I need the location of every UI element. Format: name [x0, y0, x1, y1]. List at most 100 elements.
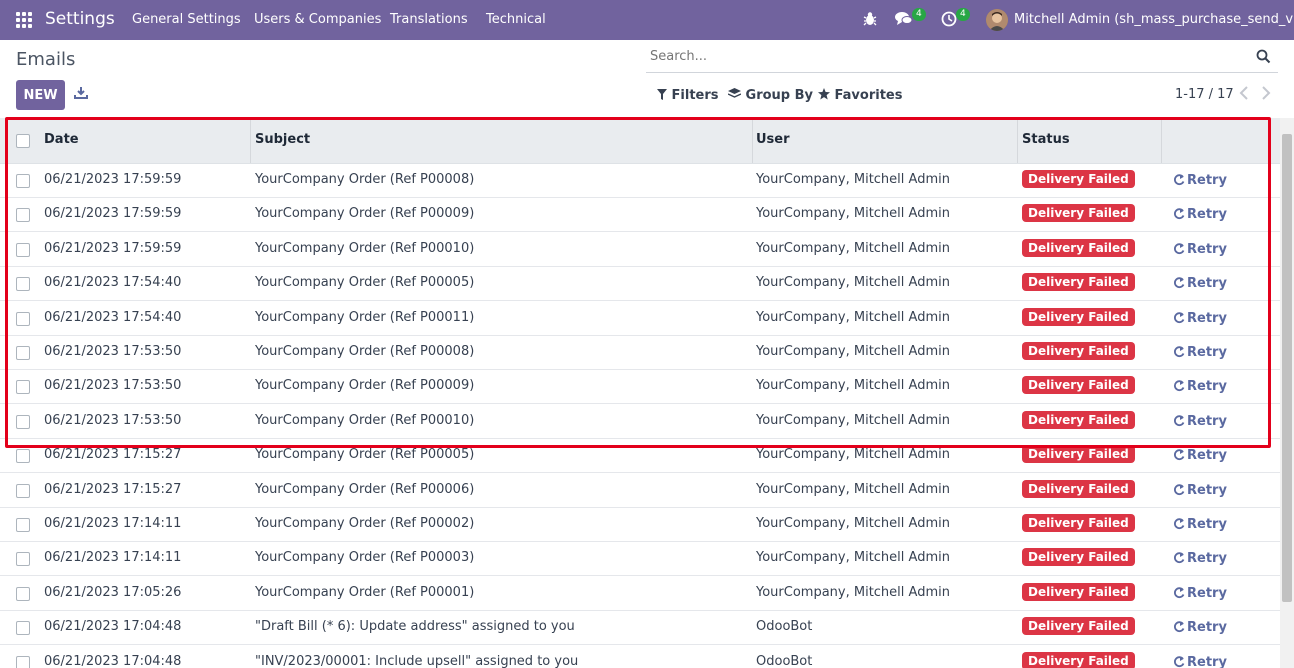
user-menu[interactable]: Mitchell Admin (sh_mass_purchase_send_v1…: [1014, 12, 1294, 27]
cell-date: 06/21/2023 17:04:48: [44, 619, 182, 635]
table-row[interactable]: 06/21/2023 17:53:50 YourCompany Order (Re…: [0, 404, 1280, 439]
column-header-user[interactable]: User: [756, 132, 790, 147]
group-by-button[interactable]: Group By: [727, 88, 813, 103]
table-row[interactable]: 06/21/2023 17:53:50 YourCompany Order (Re…: [0, 335, 1280, 370]
table-row[interactable]: 06/21/2023 17:15:27 YourCompany Order (Re…: [0, 438, 1280, 474]
download-icon[interactable]: [74, 86, 90, 102]
refresh-icon: [1174, 415, 1185, 426]
table-row[interactable]: 06/21/2023 17:59:59 YourCompany Order (Re…: [0, 232, 1280, 267]
row-checkbox[interactable]: [16, 414, 30, 429]
select-all-checkbox[interactable]: [16, 134, 30, 148]
pager-previous-icon[interactable]: [1239, 86, 1253, 102]
table-row[interactable]: 06/21/2023 17:53:50 YourCompany Order (Re…: [0, 369, 1280, 405]
app-grid-icon[interactable]: [16, 12, 32, 28]
cell-date: 06/21/2023 17:14:11: [44, 516, 182, 531]
new-button[interactable]: NEW: [16, 80, 65, 110]
status-badge: Delivery Failed: [1022, 307, 1135, 326]
retry-button[interactable]: Retry: [1173, 242, 1227, 257]
bug-icon[interactable]: [863, 11, 881, 29]
cell-date: 06/21/2023 17:05:26: [44, 584, 182, 600]
retry-button[interactable]: Retry: [1173, 173, 1227, 188]
table-row[interactable]: 06/21/2023 17:59:59 YourCompany Order (Re…: [0, 197, 1280, 233]
filter-icon: [657, 89, 667, 100]
table-row[interactable]: 06/21/2023 17:54:40 YourCompany Order (Re…: [0, 301, 1280, 336]
table-row[interactable]: 06/21/2023 17:14:11 YourCompany Order (Re…: [0, 541, 1280, 577]
cell-subject: "Draft Bill (* 6): Update address" assig…: [255, 619, 575, 635]
column-divider[interactable]: [250, 118, 251, 163]
chat-icon[interactable]: [895, 11, 913, 29]
table-row[interactable]: 06/21/2023 17:14:11 YourCompany Order (Re…: [0, 507, 1280, 542]
menu-technical[interactable]: Technical: [486, 12, 546, 27]
table-row[interactable]: 06/21/2023 17:54:40 YourCompany Order (Re…: [0, 266, 1280, 302]
row-checkbox[interactable]: [16, 449, 30, 464]
menu-translations[interactable]: Translations: [390, 12, 468, 27]
table-header: Date Subject User Status: [0, 118, 1280, 164]
retry-button[interactable]: Retry: [1173, 586, 1227, 601]
page-title[interactable]: Emails: [16, 49, 75, 70]
column-header-subject[interactable]: Subject: [255, 132, 310, 147]
row-checkbox[interactable]: [16, 174, 30, 188]
row-checkbox[interactable]: [16, 552, 30, 567]
row-checkbox[interactable]: [16, 621, 30, 636]
cell-user: YourCompany, Mitchell Admin: [756, 240, 950, 256]
retry-button[interactable]: Retry: [1173, 379, 1227, 394]
status-badge: Delivery Failed: [1022, 376, 1135, 395]
cell-subject: YourCompany Order (Ref P00006): [255, 481, 475, 497]
column-divider[interactable]: [1017, 118, 1018, 163]
top-navbar: Settings General Settings Users & Compan…: [0, 0, 1294, 40]
status-badge: Delivery Failed: [1022, 445, 1135, 464]
search-input[interactable]: [648, 48, 1252, 65]
row-checkbox[interactable]: [16, 277, 30, 292]
filters-button[interactable]: Filters: [657, 88, 719, 103]
table-row[interactable]: 06/21/2023 17:04:48 "Draft Bill (* 6): Up…: [0, 610, 1280, 646]
app-name[interactable]: Settings: [45, 9, 115, 29]
row-checkbox[interactable]: [16, 655, 30, 668]
retry-button[interactable]: Retry: [1173, 345, 1227, 360]
column-header-status[interactable]: Status: [1022, 132, 1070, 147]
status-badge: Delivery Failed: [1022, 479, 1135, 498]
table-row[interactable]: 06/21/2023 17:59:59 YourCompany Order (Re…: [0, 163, 1280, 198]
menu-general-settings[interactable]: General Settings: [132, 12, 241, 27]
retry-button[interactable]: Retry: [1173, 655, 1227, 668]
favorites-button[interactable]: Favorites: [818, 88, 902, 103]
retry-button[interactable]: Retry: [1173, 276, 1227, 291]
row-checkbox[interactable]: [16, 346, 30, 360]
cell-user: YourCompany, Mitchell Admin: [756, 206, 950, 222]
layers-icon: [727, 88, 742, 98]
retry-button[interactable]: Retry: [1173, 207, 1227, 222]
row-checkbox[interactable]: [16, 242, 30, 257]
retry-button[interactable]: Retry: [1173, 551, 1227, 566]
filters-label: Filters: [671, 88, 719, 103]
scrollbar-thumb[interactable]: [1282, 134, 1292, 602]
retry-button[interactable]: Retry: [1173, 483, 1227, 498]
table-row[interactable]: 06/21/2023 17:05:26 YourCompany Order (Re…: [0, 576, 1280, 611]
pager-next-icon[interactable]: [1261, 86, 1275, 102]
retry-label: Retry: [1187, 413, 1227, 429]
row-checkbox[interactable]: [16, 483, 30, 498]
retry-button[interactable]: Retry: [1173, 414, 1227, 429]
row-checkbox[interactable]: [16, 586, 30, 601]
refresh-icon: [1174, 552, 1185, 564]
retry-button[interactable]: Retry: [1173, 311, 1227, 326]
cell-user: YourCompany, Mitchell Admin: [756, 172, 950, 187]
avatar[interactable]: [986, 9, 1008, 31]
table-row[interactable]: 06/21/2023 17:04:48 "INV/2023/00001: Incl…: [0, 645, 1280, 668]
row-checkbox[interactable]: [16, 518, 30, 532]
menu-users-companies[interactable]: Users & Companies: [254, 12, 381, 27]
row-checkbox[interactable]: [16, 311, 30, 326]
retry-button[interactable]: Retry: [1173, 517, 1227, 532]
retry-button[interactable]: Retry: [1173, 448, 1227, 463]
status-badge: Delivery Failed: [1022, 342, 1135, 360]
search-icon[interactable]: [1256, 49, 1272, 65]
scrollbar[interactable]: [1280, 118, 1294, 668]
table-row[interactable]: 06/21/2023 17:15:27 YourCompany Order (Re…: [0, 473, 1280, 508]
row-checkbox[interactable]: [16, 208, 30, 223]
cell-subject: YourCompany Order (Ref P00008): [255, 344, 475, 359]
column-divider[interactable]: [1161, 118, 1162, 163]
row-checkbox[interactable]: [16, 380, 30, 395]
column-header-date[interactable]: Date: [44, 132, 79, 147]
pager-value[interactable]: 1-17 / 17: [1175, 87, 1234, 102]
retry-button[interactable]: Retry: [1173, 620, 1227, 635]
cell-user: YourCompany, Mitchell Admin: [756, 309, 950, 325]
column-divider[interactable]: [752, 118, 753, 163]
